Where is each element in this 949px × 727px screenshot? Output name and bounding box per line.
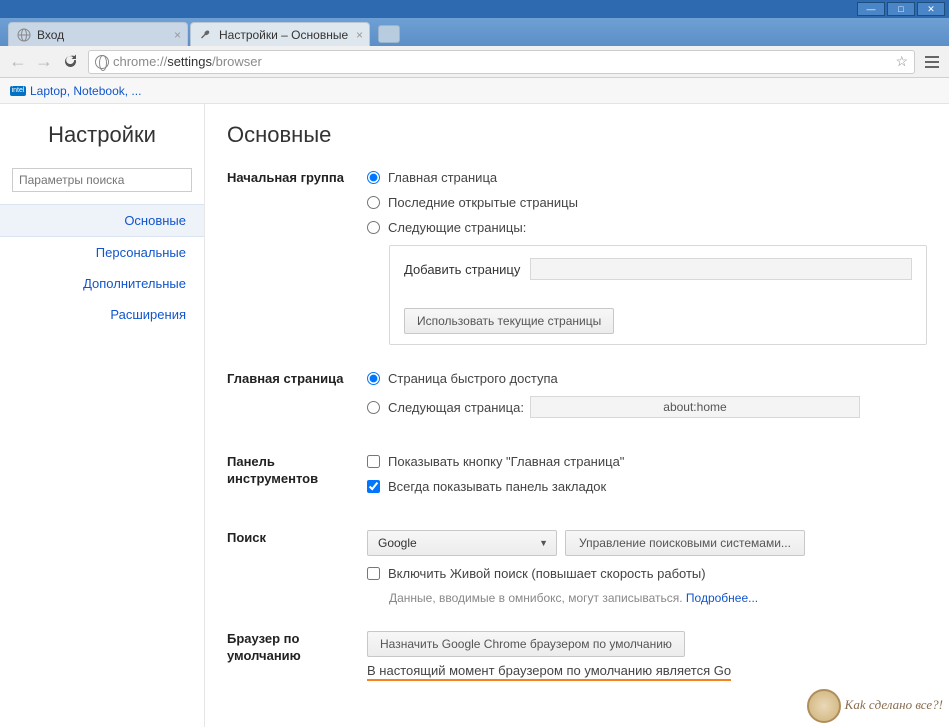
page-title: Основные xyxy=(227,122,927,148)
sidebar-item-advanced[interactable]: Дополнительные xyxy=(0,268,204,299)
watermark-icon xyxy=(807,689,841,723)
bookmark-item[interactable]: intel Laptop, Notebook, ... xyxy=(10,84,141,98)
site-info-icon[interactable] xyxy=(95,55,109,69)
bookmark-label: Laptop, Notebook, ... xyxy=(30,84,141,98)
manage-search-engines-button[interactable]: Управление поисковыми системами... xyxy=(565,530,805,556)
back-button[interactable]: ← xyxy=(6,50,30,74)
section-label: Браузер по умолчанию xyxy=(227,631,367,678)
section-search: Поиск Google Управление поисковыми систе… xyxy=(227,530,927,605)
settings-page: Настройки Основные Персональные Дополнит… xyxy=(0,104,949,727)
learn-more-link[interactable]: Подробнее... xyxy=(686,591,758,605)
forward-button[interactable]: → xyxy=(32,50,56,74)
homepage-radio-url[interactable] xyxy=(367,401,380,414)
section-label: Панель инструментов xyxy=(227,454,367,504)
sidebar-item-basics[interactable]: Основные xyxy=(0,204,204,237)
homepage-url-input[interactable] xyxy=(530,396,860,418)
tab-title: Настройки – Основные xyxy=(219,28,348,42)
radio-label: Следующая страница: xyxy=(388,400,524,415)
window-maximize-button[interactable]: □ xyxy=(887,2,915,16)
radio-label: Главная страница xyxy=(388,170,497,185)
tab-strip: Вход × Настройки – Основные × xyxy=(0,18,949,46)
window-close-button[interactable]: ✕ xyxy=(917,2,945,16)
show-bookmarks-bar-checkbox[interactable] xyxy=(367,480,380,493)
section-label: Главная страница xyxy=(227,371,367,428)
tab-title: Вход xyxy=(37,28,64,42)
window-minimize-button[interactable]: — xyxy=(857,2,885,16)
startup-radio-pages[interactable] xyxy=(367,221,380,234)
settings-content: Основные Начальная группа Главная страни… xyxy=(205,104,949,727)
sidebar-title: Настройки xyxy=(0,122,204,148)
instant-hint: Данные, вводимые в омнибокс, могут запис… xyxy=(389,591,927,605)
show-home-button-checkbox[interactable] xyxy=(367,455,380,468)
window-titlebar: — □ ✕ xyxy=(0,0,949,18)
radio-label: Последние открытые страницы xyxy=(388,195,578,210)
add-page-input[interactable] xyxy=(530,258,912,280)
menu-button[interactable] xyxy=(921,52,943,72)
settings-search-input[interactable] xyxy=(12,168,192,192)
sidebar-item-personal[interactable]: Персональные xyxy=(0,237,204,268)
checkbox-label: Показывать кнопку "Главная страница" xyxy=(388,454,624,469)
use-current-pages-button[interactable]: Использовать текущие страницы xyxy=(404,308,614,334)
startup-radio-homepage[interactable] xyxy=(367,171,380,184)
startup-pages-box: Добавить страницу Использовать текущие с… xyxy=(389,245,927,345)
globe-icon xyxy=(17,28,31,42)
default-browser-status: В настоящий момент браузером по умолчани… xyxy=(367,663,927,678)
bookmark-star-icon[interactable]: ☆ xyxy=(895,53,908,70)
search-engine-select[interactable]: Google xyxy=(367,530,557,556)
url-scheme: chrome:// xyxy=(113,54,167,69)
add-page-label: Добавить страницу xyxy=(404,262,520,277)
tab-close-icon[interactable]: × xyxy=(174,28,181,42)
checkbox-label: Включить Живой поиск (повышает скорость … xyxy=(388,566,706,581)
settings-sidebar: Настройки Основные Персональные Дополнит… xyxy=(0,104,205,727)
settings-search xyxy=(12,168,192,192)
address-bar[interactable]: chrome:// settings /browser ☆ xyxy=(88,50,915,74)
url-path-suffix: /browser xyxy=(212,54,262,69)
section-toolbar: Панель инструментов Показывать кнопку "Г… xyxy=(227,454,927,504)
bookmarks-bar: intel Laptop, Notebook, ... xyxy=(0,78,949,104)
section-default-browser: Браузер по умолчанию Назначить Google Ch… xyxy=(227,631,927,678)
tab-close-icon[interactable]: × xyxy=(356,28,363,42)
tab-login[interactable]: Вход × xyxy=(8,22,188,46)
startup-radio-last[interactable] xyxy=(367,196,380,209)
reload-button[interactable] xyxy=(58,50,82,74)
watermark: Kak сделано все?! xyxy=(807,689,943,723)
browser-toolbar: ← → chrome:// settings /browser ☆ xyxy=(0,46,949,78)
checkbox-label: Всегда показывать панель закладок xyxy=(388,479,606,494)
section-homepage: Главная страница Страница быстрого досту… xyxy=(227,371,927,428)
radio-label: Страница быстрого доступа xyxy=(388,371,558,386)
url-path: settings xyxy=(167,54,212,69)
homepage-radio-ntp[interactable] xyxy=(367,372,380,385)
tab-settings[interactable]: Настройки – Основные × xyxy=(190,22,370,46)
section-startup: Начальная группа Главная страница Послед… xyxy=(227,170,927,345)
section-label: Поиск xyxy=(227,530,367,605)
intel-icon: intel xyxy=(10,86,26,96)
new-tab-button[interactable] xyxy=(378,25,400,43)
sidebar-item-extensions[interactable]: Расширения xyxy=(0,299,204,330)
select-value: Google xyxy=(378,536,417,550)
section-label: Начальная группа xyxy=(227,170,367,345)
instant-search-checkbox[interactable] xyxy=(367,567,380,580)
wrench-icon xyxy=(199,28,213,42)
radio-label: Следующие страницы: xyxy=(388,220,526,235)
make-default-browser-button[interactable]: Назначить Google Chrome браузером по умо… xyxy=(367,631,685,657)
